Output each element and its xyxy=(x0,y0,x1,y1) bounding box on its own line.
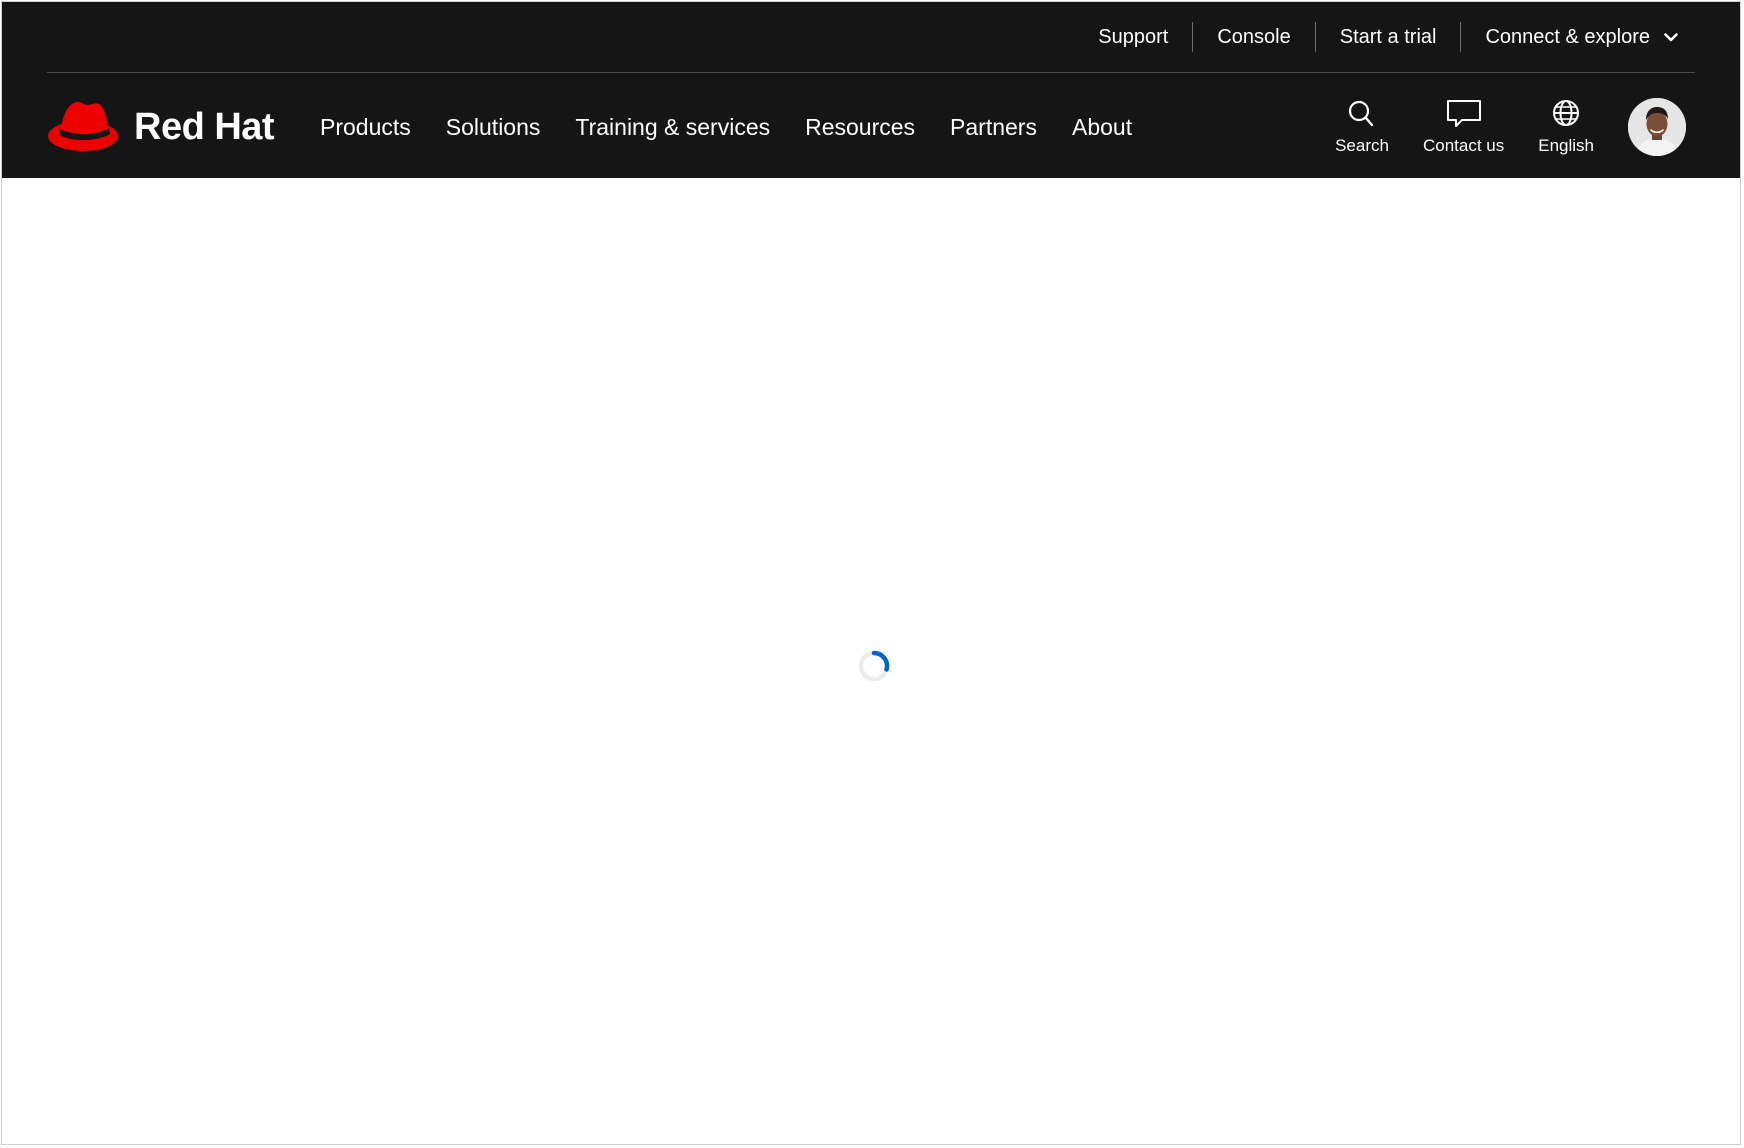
nav-item-products[interactable]: Products xyxy=(320,114,411,141)
search-icon xyxy=(1348,100,1374,127)
nav-item-resources[interactable]: Resources xyxy=(805,114,915,141)
language-label: English xyxy=(1538,136,1594,155)
nav-item-partners[interactable]: Partners xyxy=(950,114,1037,141)
primary-nav: Products Solutions Training & services R… xyxy=(320,102,1167,152)
chevron-down-icon xyxy=(1664,33,1678,42)
support-link[interactable]: Support xyxy=(1074,22,1192,52)
language-button[interactable]: English xyxy=(1538,98,1594,156)
red-hat-fedora-icon xyxy=(48,101,118,151)
console-link[interactable]: Console xyxy=(1193,22,1314,52)
contact-us-label: Contact us xyxy=(1422,136,1505,155)
nav-item-training-services[interactable]: Training & services xyxy=(575,114,770,141)
utility-nav: Support Console Start a trial Connect & … xyxy=(1074,2,1704,72)
connect-explore-label: Connect & explore xyxy=(1485,25,1650,48)
contact-us-button[interactable]: Contact us xyxy=(1423,98,1504,156)
chat-bubble-icon xyxy=(1446,100,1481,127)
search-label: Search xyxy=(1335,136,1389,155)
start-trial-link[interactable]: Start a trial xyxy=(1316,22,1461,52)
masthead: Support Console Start a trial Connect & … xyxy=(2,2,1740,178)
connect-explore-dropdown[interactable]: Connect & explore xyxy=(1461,22,1704,52)
search-button[interactable]: Search xyxy=(1335,98,1389,156)
user-avatar[interactable] xyxy=(1628,98,1686,156)
globe-icon xyxy=(1553,100,1580,126)
logo-wordmark: Red Hat xyxy=(134,105,275,148)
header-tools: Search Contact us English xyxy=(1301,94,1686,160)
user-avatar-image xyxy=(1628,98,1686,156)
loading-spinner-icon xyxy=(858,650,890,682)
utility-divider-line xyxy=(47,72,1695,73)
nav-item-about[interactable]: About xyxy=(1072,114,1132,141)
red-hat-logo[interactable]: Red Hat xyxy=(46,98,275,156)
nav-item-solutions[interactable]: Solutions xyxy=(446,114,541,141)
browser-viewport: Support Console Start a trial Connect & … xyxy=(1,1,1741,1145)
